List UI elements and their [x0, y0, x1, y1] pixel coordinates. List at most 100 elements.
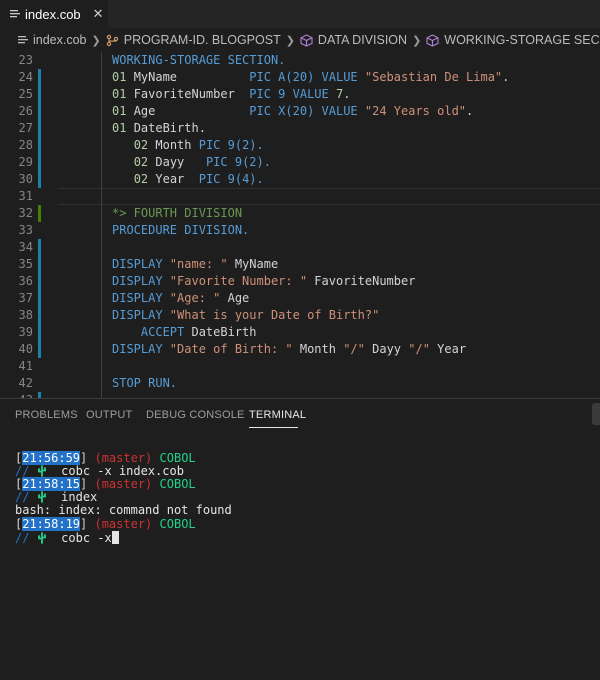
code-line[interactable]: 36 DISPLAY "Favorite Number: " FavoriteNu… — [0, 273, 600, 290]
code-token: PIC A(20) VALUE — [249, 70, 365, 84]
code-text: *> FOURTH DIVISION — [112, 205, 242, 222]
panel-scrollbar[interactable] — [592, 403, 600, 425]
code-token: DISPLAY — [112, 308, 170, 322]
tab-debug-console[interactable]: DEBUG CONSOLE — [146, 409, 245, 421]
code-token: Month — [155, 138, 199, 152]
code-token: 02 — [133, 138, 156, 152]
line-number: 38 — [18, 308, 33, 322]
gutter-modified-marker[interactable] — [38, 154, 41, 171]
code-line[interactable]: 33 PROCEDURE DIVISION. — [0, 222, 600, 239]
gutter-modified-marker[interactable] — [38, 290, 41, 307]
gutter-added-marker[interactable] — [38, 205, 41, 222]
code-line[interactable]: 28 02 Month PIC 9(2). — [0, 137, 600, 154]
code-token: *> FOURTH DIVISION — [112, 206, 243, 220]
code-token: "Sebastian De Lima" — [364, 70, 503, 84]
code-token: MyName — [133, 70, 250, 84]
gutter-modified-marker[interactable] — [38, 239, 41, 256]
code-line[interactable]: 42 STOP RUN. — [0, 375, 600, 392]
code-line[interactable]: 26 01 Age PIC X(20) VALUE "24 Years old". — [0, 103, 600, 120]
code-line[interactable]: 35 DISPLAY "name: " MyName — [0, 256, 600, 273]
code-token: "What is your Date of Birth?" — [169, 308, 380, 322]
code-token: "name: " — [169, 257, 228, 271]
breadcrumb-program[interactable]: PROGRAM-ID. BLOGPOST — [106, 33, 281, 47]
code-token: PIC 9(4). — [198, 172, 264, 186]
tab-terminal[interactable]: TERMINAL — [249, 409, 306, 421]
breadcrumb: index.cob ❯ PROGRAM-ID. BLOGPOST ❯ DATA … — [0, 28, 600, 52]
code-line[interactable]: 32 *> FOURTH DIVISION — [0, 205, 600, 222]
breadcrumb-data-division[interactable]: DATA DIVISION — [300, 33, 407, 47]
terminal[interactable]: [21:56:59] (master) COBOL// cobc -x inde… — [0, 432, 600, 680]
code-token: 01 — [112, 104, 134, 118]
code-token: . — [466, 104, 474, 118]
gutter-modified-marker[interactable] — [38, 273, 41, 290]
line-number: 37 — [18, 291, 33, 305]
cube-icon — [300, 33, 313, 47]
gutter-modified-marker[interactable] — [38, 103, 41, 120]
terminal-line: bash: index: command not found — [15, 504, 232, 517]
breadcrumb-working-storage-label: WORKING-STORAGE SECTION — [444, 33, 600, 47]
code-line[interactable]: 34 — [0, 239, 600, 256]
code-line[interactable]: 38 DISPLAY "What is your Date of Birth?" — [0, 307, 600, 324]
active-tab-indicator — [249, 427, 298, 428]
code-line[interactable]: 39 ACCEPT DateBirth — [0, 324, 600, 341]
code-token: "Age: " — [169, 291, 221, 305]
editor-tab-bar: index.cob ✕ — [0, 0, 600, 28]
language-label: COBOL — [159, 477, 196, 491]
tab-output[interactable]: OUTPUT — [86, 409, 132, 421]
breadcrumb-file[interactable]: index.cob — [18, 33, 87, 47]
code-token: WORKING-STORAGE SECTION. — [112, 53, 286, 67]
code-token: PROCEDURE DIVISION. — [112, 223, 250, 237]
code-line[interactable]: 29 02 Dayy PIC 9(2). — [0, 154, 600, 171]
cactus-icon — [37, 464, 47, 478]
line-number: 24 — [18, 70, 33, 84]
code-line[interactable]: 41 — [0, 358, 600, 375]
code-token: MyName — [227, 257, 279, 271]
code-token: STOP RUN. — [112, 376, 178, 390]
cube-icon — [426, 33, 439, 47]
code-token: Dayy — [155, 155, 206, 169]
git-branch-icon — [106, 34, 119, 47]
git-branch-label: (master) — [94, 477, 153, 491]
file-lines-icon — [10, 9, 20, 19]
close-icon[interactable]: ✕ — [93, 6, 104, 22]
gutter-modified-marker[interactable] — [38, 120, 41, 137]
code-text: ACCEPT DateBirth — [112, 324, 257, 341]
tab-problems[interactable]: PROBLEMS — [15, 409, 78, 421]
code-token: PIC 9(2). — [205, 155, 271, 169]
code-line[interactable]: 24 01 MyName PIC A(20) VALUE "Sebastian D… — [0, 69, 600, 86]
gutter-modified-marker[interactable] — [38, 307, 41, 324]
line-number: 39 — [18, 325, 33, 339]
gutter-modified-marker[interactable] — [38, 86, 41, 103]
code-text: DISPLAY "Date of Birth: " Month "/" Dayy… — [112, 341, 466, 358]
line-number: 27 — [18, 121, 33, 135]
line-number: 41 — [18, 359, 33, 373]
gutter-modified-marker[interactable] — [38, 137, 41, 154]
code-line[interactable]: 23 WORKING-STORAGE SECTION. — [0, 52, 600, 69]
code-token: Age — [220, 291, 250, 305]
gutter-modified-marker[interactable] — [38, 171, 41, 188]
gutter-modified-marker[interactable] — [38, 341, 41, 358]
code-line[interactable]: 30 02 Year PIC 9(4). — [0, 171, 600, 188]
code-line[interactable]: 40 DISPLAY "Date of Birth: " Month "/" Da… — [0, 341, 600, 358]
line-number: 32 — [18, 206, 33, 220]
code-line[interactable]: 37 DISPLAY "Age: " Age — [0, 290, 600, 307]
code-text: 01 MyName PIC A(20) VALUE "Sebastian De … — [112, 69, 509, 86]
code-text: STOP RUN. — [112, 375, 177, 392]
gutter-modified-marker[interactable] — [38, 69, 41, 86]
code-text: PROCEDURE DIVISION. — [112, 222, 249, 239]
tab-index-cob[interactable]: index.cob ✕ — [0, 0, 108, 28]
code-text: 02 Year PIC 9(4). — [112, 171, 264, 188]
code-token: . — [502, 70, 510, 84]
code-line[interactable]: 31 — [0, 188, 600, 205]
code-token: "24 Years old" — [364, 104, 467, 118]
code-token: DateBirth. — [133, 121, 206, 135]
gutter-modified-marker[interactable] — [38, 256, 41, 273]
code-line[interactable]: 27 01 DateBirth. — [0, 120, 600, 137]
breadcrumb-working-storage[interactable]: WORKING-STORAGE SECTION — [426, 33, 600, 47]
gutter-modified-marker[interactable] — [38, 324, 41, 341]
line-number: 29 — [18, 155, 33, 169]
code-token: 02 — [133, 172, 156, 186]
code-editor[interactable]: 23 WORKING-STORAGE SECTION. 24 01 MyName PI… — [0, 52, 600, 398]
code-line[interactable]: 25 01 FavoriteNumber PIC 9 VALUE 7. — [0, 86, 600, 103]
